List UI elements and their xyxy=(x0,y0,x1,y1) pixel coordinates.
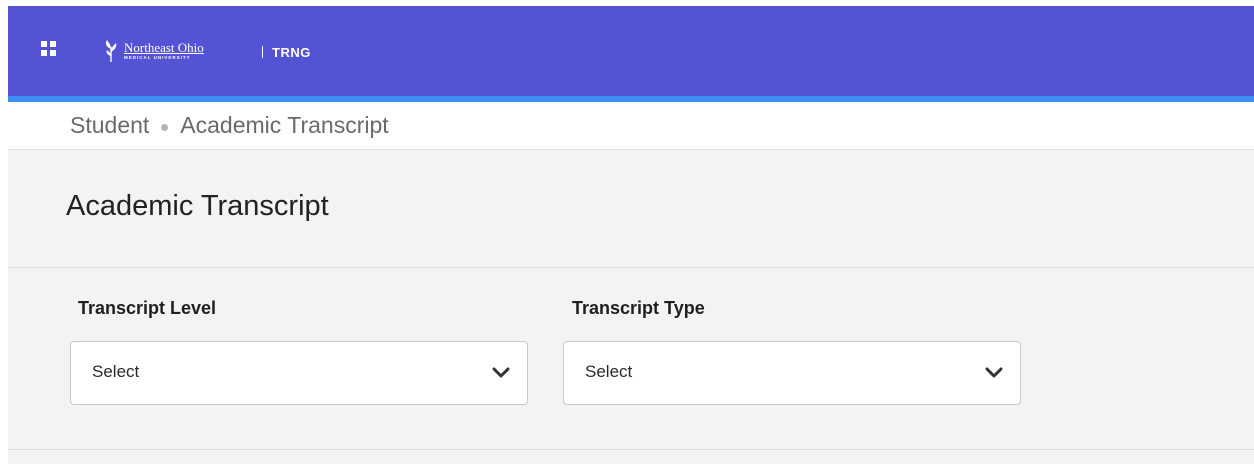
transcript-level-value: Select xyxy=(92,362,140,381)
grid-menu-icon[interactable] xyxy=(41,41,56,56)
app-frame: Northeast Ohio MEDICAL UNIVERSITY TRNG S… xyxy=(8,6,1254,464)
top-navigation-bar: Northeast Ohio MEDICAL UNIVERSITY TRNG xyxy=(8,6,1254,102)
transcript-level-label: Transcript Level xyxy=(78,298,217,318)
chevron-down-icon xyxy=(492,367,510,378)
environment-label: TRNG xyxy=(272,45,311,60)
breadcrumb-separator-icon xyxy=(161,124,169,131)
transcript-form: Transcript Level Select Transcript Type … xyxy=(8,268,1254,450)
page-title: Academic Transcript xyxy=(66,190,329,222)
torch-leaf-icon xyxy=(106,40,117,62)
divider xyxy=(262,46,263,58)
university-logo[interactable]: Northeast Ohio MEDICAL UNIVERSITY xyxy=(104,36,204,66)
breadcrumb: Student Academic Transcript xyxy=(8,102,1254,150)
breadcrumb-item-student[interactable]: Student xyxy=(70,112,149,139)
transcript-type-value: Select xyxy=(585,362,633,381)
logo-subtitle: MEDICAL UNIVERSITY xyxy=(124,55,191,61)
chevron-down-icon xyxy=(985,367,1003,378)
breadcrumb-item-academic-transcript[interactable]: Academic Transcript xyxy=(180,112,388,139)
logo-name: Northeast Ohio xyxy=(124,40,204,56)
transcript-type-label: Transcript Type xyxy=(572,298,705,318)
transcript-level-select[interactable]: Select xyxy=(70,341,528,405)
transcript-type-select[interactable]: Select xyxy=(563,341,1021,405)
page-header: Academic Transcript xyxy=(8,150,1254,268)
